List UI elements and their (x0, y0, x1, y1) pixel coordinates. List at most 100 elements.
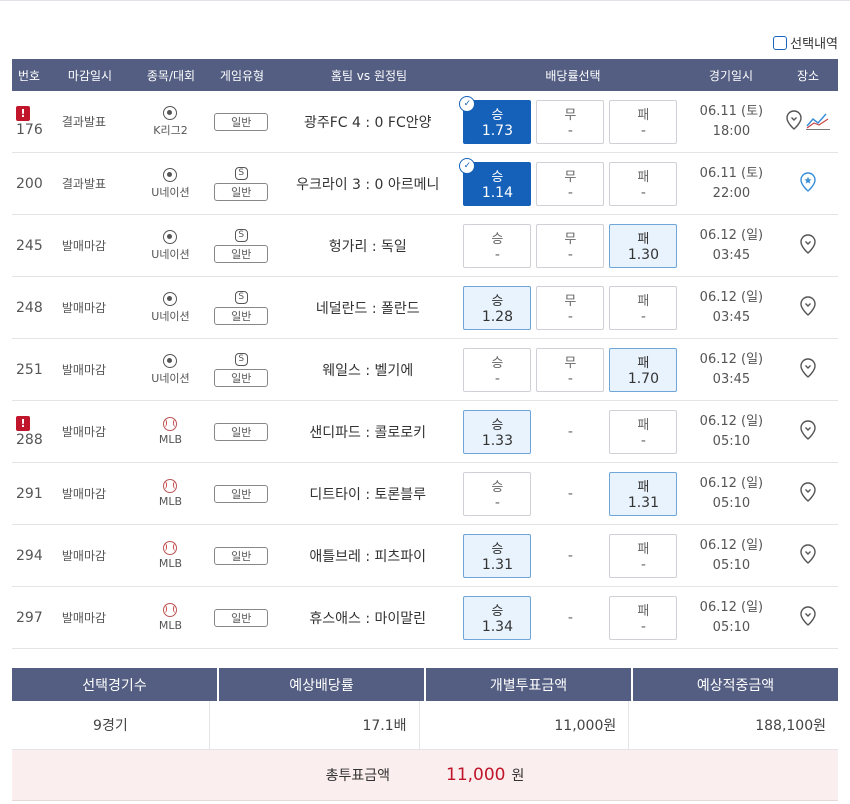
odds-away-win-button[interactable]: 패 1.70 (609, 347, 678, 392)
location-pin-filled-icon[interactable] (800, 171, 816, 196)
odds-label: 패 (637, 232, 650, 247)
cell-odds: ✓ 승 1.14 무 - 패 - (459, 153, 684, 214)
odds-home-win-button[interactable]: 승 1.33 (463, 409, 532, 454)
odds-home-win-button[interactable]: 승 1.31 (463, 533, 532, 578)
game-type-badge: 일반 (214, 112, 269, 131)
header-game-type: 게임유형 (219, 68, 265, 83)
odds-away-win-button[interactable]: 패- (609, 99, 678, 144)
special-icon: S (234, 352, 248, 366)
summary-payout: 188,100원 (755, 718, 826, 734)
game-date: 06.11 (토) (699, 103, 764, 119)
league-name: U네이션 (151, 371, 190, 385)
odds-draw-button[interactable]: 무- (536, 223, 605, 268)
match-teams: 광주FC 4 : 0 FC안양 (303, 114, 432, 131)
odds-draw-button[interactable]: 무- (536, 99, 605, 144)
selection-history-label: 선택내역 (790, 37, 838, 52)
baseball-icon (163, 479, 178, 493)
odds-value: 1.28 (481, 309, 513, 325)
odds-away-win-button[interactable]: 패- (609, 285, 678, 330)
game-time: 03:45 (712, 309, 751, 325)
game-time: 05:10 (712, 495, 751, 511)
deadline-status: 발매마감 (61, 487, 107, 501)
cell-number: 251 (12, 339, 46, 400)
league-name: MLB (158, 433, 183, 446)
location-pin-icon[interactable] (800, 357, 816, 382)
selection-history-checkbox[interactable] (773, 35, 788, 50)
odds-home-win-button[interactable]: 승 1.28 (463, 285, 532, 330)
cell-sport: U네이션 (134, 153, 208, 214)
odds-label: 패 (637, 294, 650, 309)
odds-value: - (494, 495, 500, 511)
odds-home-win-button[interactable]: 승- (463, 347, 532, 392)
soccer-ball-icon (163, 167, 178, 182)
soccer-ball-icon (163, 229, 178, 244)
total-label: 총투표금액 (325, 768, 391, 784)
table-row: 200 결과발표 U네이션 S 일반 우크라이 3 : 0 아르메니 ✓ 승 1.14 무 - 패 -0… (12, 153, 838, 215)
location-pin-icon[interactable] (800, 605, 816, 630)
league-name: K리그2 (153, 123, 188, 137)
odds-draw-button: - (536, 410, 604, 454)
game-number: 294 (16, 547, 43, 564)
odds-label: 무 (564, 170, 577, 185)
odds-away-win-button[interactable]: 패- (609, 533, 678, 578)
game-type-badge: 일반 (214, 546, 269, 565)
header-odds: 배당률선택 (545, 68, 601, 83)
deadline-status: 발매마감 (61, 425, 107, 439)
deadline-status: 발매마감 (61, 239, 107, 253)
odds-away-win-button[interactable]: 패- (609, 161, 678, 206)
cell-game-type: S 일반 (207, 339, 275, 400)
location-pin-icon[interactable] (800, 295, 816, 320)
odds-draw-button[interactable]: 무- (536, 161, 605, 206)
odds-label: 승 (491, 232, 504, 247)
game-number: 176 (16, 121, 43, 138)
odds-label: 패 (637, 542, 650, 557)
odds-draw-button: - (536, 472, 604, 516)
trend-chart-icon[interactable] (806, 110, 831, 134)
checkmark-icon: ✓ (459, 95, 476, 112)
cell-number: 291 (12, 463, 46, 524)
location-pin-icon[interactable] (800, 481, 816, 506)
header-sport: 종목/대회 (146, 68, 196, 83)
odds-label: 승 (491, 356, 504, 371)
cell-sport: MLB (134, 401, 208, 462)
location-pin-icon[interactable] (800, 419, 816, 444)
odds-away-win-button[interactable]: 패- (609, 595, 678, 640)
cell-venue (778, 401, 838, 462)
location-pin-icon[interactable] (786, 109, 802, 134)
cell-odds: 승 - 무 - 패 1.70 (460, 339, 684, 400)
odds-value: 1.14 (481, 185, 513, 201)
odds-label: 패 (637, 108, 650, 123)
baseball-icon (163, 417, 178, 431)
odds-home-win-button[interactable]: 승- (463, 471, 532, 516)
soccer-ball-icon (163, 105, 178, 120)
cell-game-type: 일반 (207, 525, 275, 586)
game-type-badge: 일반 (214, 182, 269, 201)
game-time: 05:10 (712, 557, 751, 573)
odds-away-win-button[interactable]: 패 1.30 (609, 223, 678, 268)
cell-datetime: 06.12 (일) 05:10 (685, 463, 779, 524)
odds-draw-button[interactable]: 무- (536, 285, 605, 330)
match-teams: 샌디파드 : 콜로로키 (309, 424, 427, 441)
table-row: 297 발매마감 MLB 일반 휴스애스 : 마이말린 승 1.34- 패 -06.12 (일)… (12, 587, 838, 649)
odds-home-win-button[interactable]: ✓ 승 1.73 (459, 95, 532, 144)
odds-value: - (640, 123, 646, 139)
cell-odds: 승 1.28 무 - 패 - (460, 277, 684, 338)
game-date: 06.11 (토) (699, 165, 764, 181)
odds-value: - (567, 185, 573, 201)
odds-value: - (640, 557, 646, 573)
odds-draw-button[interactable]: 무- (536, 347, 605, 392)
location-pin-icon[interactable] (800, 233, 816, 258)
odds-label: 패 (637, 170, 650, 185)
header-deadline: 마감일시 (67, 68, 113, 83)
table-row: 251 발매마감 U네이션 S 일반 웨일스 : 벨기에 승 - 무 - 패 1.70 06.12 (일… (12, 339, 838, 401)
game-number: 288 (16, 431, 43, 448)
odds-home-win-button[interactable]: 승 1.34 (463, 595, 532, 640)
special-icon: S (234, 228, 248, 242)
odds-away-win-button[interactable]: 패- (609, 409, 678, 454)
odds-home-win-button[interactable]: ✓ 승 1.14 (459, 157, 532, 206)
odds-away-win-button[interactable]: 패 1.31 (609, 471, 678, 516)
selection-history-toggle[interactable]: 선택내역 (773, 33, 838, 52)
location-pin-icon[interactable] (800, 543, 816, 568)
odds-home-win-button[interactable]: 승- (463, 223, 532, 268)
odds-value: - (567, 123, 573, 139)
